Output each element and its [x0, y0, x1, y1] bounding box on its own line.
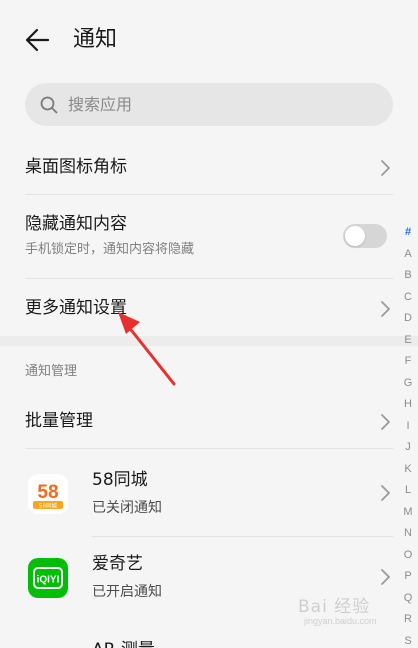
search-input[interactable]: 搜索应用 [25, 83, 393, 126]
index-letter[interactable]: # [400, 222, 416, 244]
back-button[interactable] [22, 24, 54, 56]
index-letter[interactable]: Q [400, 588, 416, 610]
index-letter[interactable]: M [400, 502, 416, 524]
index-letter[interactable]: B [400, 265, 416, 287]
page-title: 通知 [73, 27, 118, 52]
iqiyi-app-icon: iQIYI [28, 558, 68, 598]
watermark-main: Bai 经验 [298, 597, 371, 617]
hide-content-title: 隐藏通知内容 [25, 214, 127, 234]
watermark-sub: jingyan.baidu.com [304, 616, 377, 626]
divider [92, 536, 393, 537]
app-name: 58同城 [92, 470, 148, 490]
batch-management-title: 批量管理 [25, 411, 93, 431]
notification-settings-page: 通知 搜索应用 桌面图标角标 隐藏通知内容 手机锁定时，通知内容将隐藏 更多通知… [0, 0, 418, 648]
index-letter[interactable]: N [400, 523, 416, 545]
section-separator [0, 336, 418, 346]
desktop-badge-row[interactable]: 桌面图标角标 [25, 148, 393, 188]
index-letter[interactable]: K [400, 459, 416, 481]
index-letter[interactable]: S [400, 631, 416, 648]
index-letter[interactable]: R [400, 609, 416, 631]
index-letter[interactable]: H [400, 394, 416, 416]
more-settings-row[interactable]: 更多通知设置 [25, 290, 393, 330]
toggle-knob [345, 226, 365, 246]
svg-text:58同城: 58同城 [39, 503, 57, 510]
svg-text:58: 58 [37, 482, 58, 503]
index-letter[interactable]: L [400, 480, 416, 502]
58tongcheng-app-icon: 58 58同城 [28, 474, 68, 514]
divider [25, 448, 393, 449]
index-letter[interactable]: C [400, 287, 416, 309]
chevron-right-icon [381, 301, 390, 317]
index-letter[interactable]: O [400, 545, 416, 567]
index-letter[interactable]: I [400, 416, 416, 438]
hide-content-toggle[interactable] [343, 224, 387, 248]
header: 通知 [0, 0, 418, 80]
alphabet-index-bar[interactable]: # A B C D E F G H I J K L M N O P Q R S [400, 222, 416, 648]
search-icon [40, 96, 58, 114]
divider [25, 194, 393, 195]
chevron-right-icon [381, 485, 390, 501]
more-settings-title: 更多通知设置 [25, 298, 127, 318]
chevron-right-icon [381, 414, 390, 430]
divider [25, 278, 393, 279]
section-label-notification-management: 通知管理 [25, 364, 78, 379]
app-notification-status: 已开启通知 [92, 584, 162, 600]
svg-text:iQIYI: iQIYI [37, 575, 60, 586]
index-letter[interactable]: A [400, 244, 416, 266]
app-notification-status: 已关闭通知 [92, 500, 162, 516]
app-row-58tongcheng[interactable]: 58 58同城 58同城 已关闭通知 [25, 464, 393, 524]
index-letter[interactable]: J [400, 437, 416, 459]
index-letter[interactable]: E [400, 330, 416, 352]
app-row-ar-measure[interactable]: AR 测量 [25, 636, 393, 648]
hide-content-row[interactable]: 隐藏通知内容 手机锁定时，通知内容将隐藏 [25, 208, 393, 264]
app-name: AR 测量 [92, 638, 155, 648]
arrow-left-icon [25, 28, 50, 52]
index-letter[interactable]: P [400, 566, 416, 588]
hide-content-subtitle: 手机锁定时，通知内容将隐藏 [25, 242, 195, 257]
app-name: 爱奇艺 [92, 554, 143, 574]
index-letter[interactable]: D [400, 308, 416, 330]
baidu-jingyan-watermark: Bai 经验 jingyan.baidu.com [298, 592, 398, 632]
chevron-right-icon [381, 160, 390, 176]
chevron-right-icon [381, 569, 390, 585]
index-letter[interactable]: G [400, 373, 416, 395]
search-placeholder: 搜索应用 [68, 95, 133, 114]
batch-management-row[interactable]: 批量管理 [25, 404, 393, 440]
desktop-badge-title: 桌面图标角标 [25, 157, 127, 177]
index-letter[interactable]: F [400, 351, 416, 373]
